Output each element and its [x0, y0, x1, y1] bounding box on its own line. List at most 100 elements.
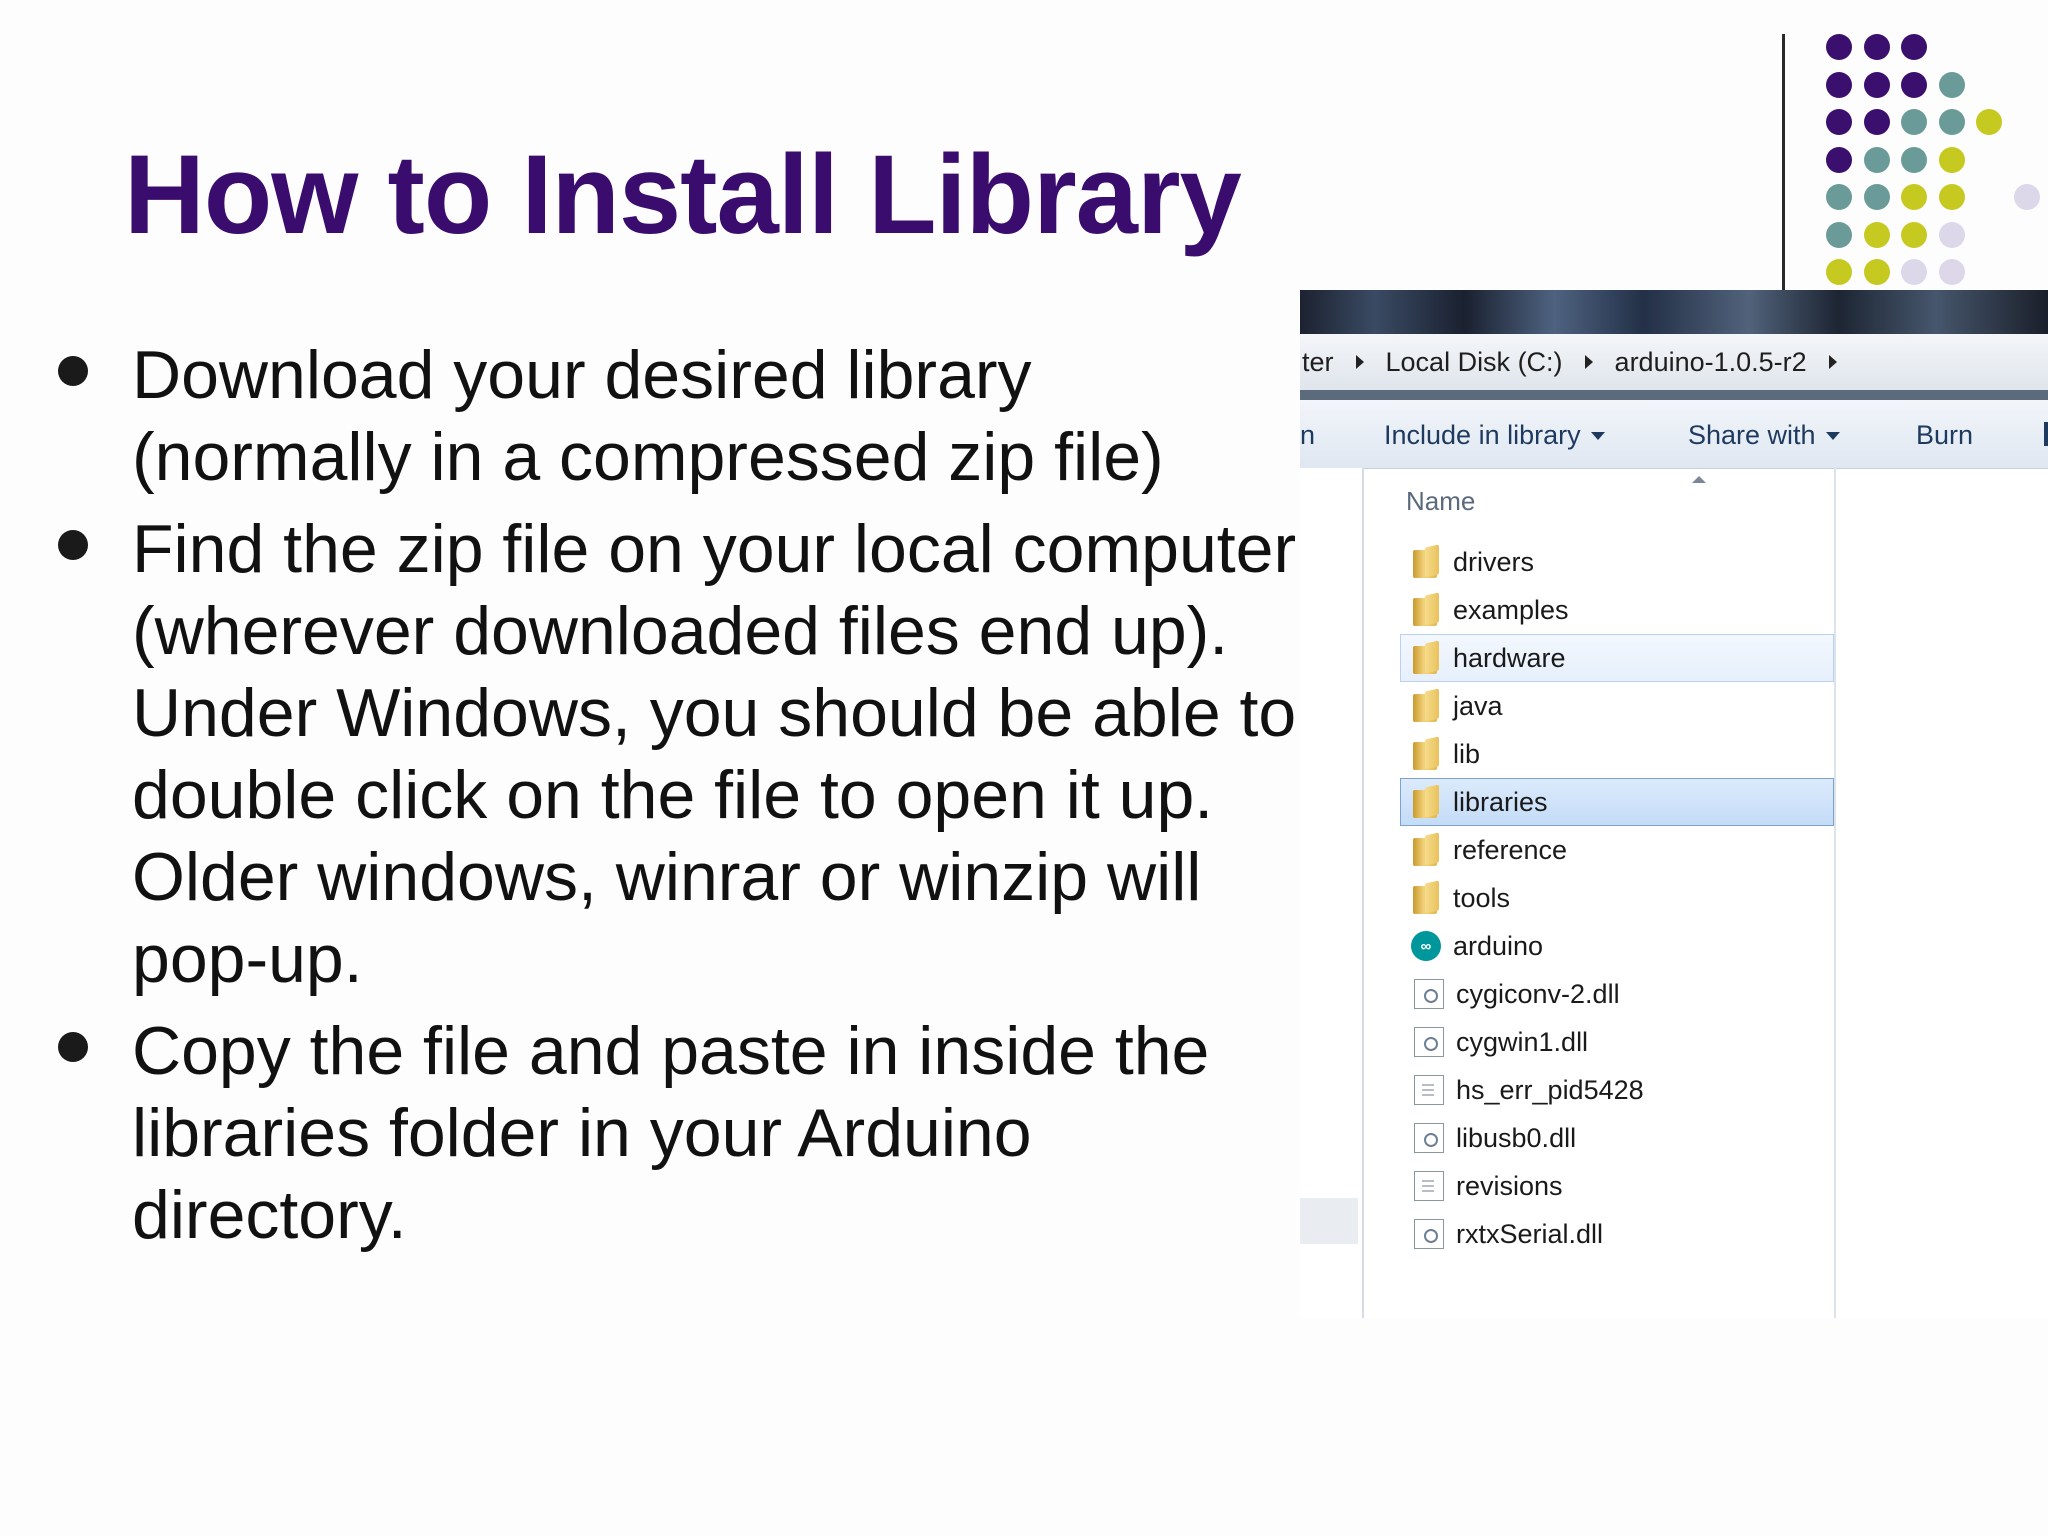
decorative-dot: [1901, 71, 1927, 98]
arduino-app-icon: ∞: [1411, 931, 1441, 961]
decorative-dot: [1901, 184, 1927, 210]
decorative-dot: [1901, 109, 1927, 135]
decorative-dot: [1863, 34, 1890, 60]
navigation-pane[interactable]: [1300, 468, 1364, 1318]
decorative-dot: [1826, 221, 1852, 248]
file-name-label: reference: [1453, 834, 1568, 865]
decorative-dot: [1863, 146, 1890, 173]
file-row-libraries[interactable]: libraries: [1400, 778, 1834, 826]
bullet-text: Download your desired library (normally …: [132, 337, 1164, 495]
dll-file-icon: [1414, 1027, 1444, 1057]
bullet-item: Download your desired library (normally …: [56, 334, 1306, 498]
bullet-marker-icon: [58, 1032, 88, 1062]
bullet-marker-icon: [58, 356, 88, 386]
file-row-revisions[interactable]: revisions: [1400, 1162, 1834, 1210]
breadcrumb-arrow-icon[interactable]: [1584, 355, 1593, 369]
share-with-label: Share with: [1688, 420, 1816, 450]
bullet-marker-icon: [58, 530, 88, 560]
decorative-dot: [1938, 109, 1965, 135]
file-row-java[interactable]: java: [1400, 682, 1834, 730]
decorative-dot: [1826, 34, 1852, 60]
file-row-hs-err-pid5428[interactable]: hs_err_pid5428: [1400, 1066, 1834, 1114]
folder-icon: [1411, 546, 1441, 578]
decorative-dot: [1863, 259, 1890, 285]
chevron-down-icon: [1590, 431, 1605, 440]
bullet-item: Copy the file and paste in inside the li…: [56, 1010, 1306, 1256]
file-name-label: revisions: [1456, 1170, 1563, 1201]
decorative-dot: [1938, 146, 1965, 173]
folder-icon: [1411, 594, 1441, 626]
file-name-label: arduino: [1453, 930, 1544, 961]
file-row-drivers[interactable]: drivers: [1400, 538, 1834, 586]
dll-file-icon: [1414, 979, 1444, 1009]
breadcrumb-segment[interactable]: Local Disk (C:): [1386, 347, 1563, 378]
folder-icon: [1411, 882, 1441, 914]
decorative-dot: [1938, 259, 1965, 285]
include-in-library-button[interactable]: Include in library: [1384, 420, 1605, 451]
decorative-dot: [1901, 34, 1927, 60]
decorative-dot: [1901, 221, 1927, 248]
file-row-examples[interactable]: examples: [1400, 586, 1834, 634]
file-name-label: cygwin1.dll: [1456, 1026, 1589, 1057]
window-titlebar: [1300, 290, 2048, 334]
command-toolbar: n Include in library Share with Burn: [1300, 400, 2048, 469]
folder-icon: [1411, 738, 1441, 770]
file-row-tools[interactable]: tools: [1400, 874, 1834, 922]
bullet-item: Find the zip file on your local computer…: [56, 508, 1306, 1000]
name-column-header[interactable]: Name: [1406, 486, 1475, 517]
file-name-label: tools: [1453, 882, 1511, 913]
file-name-label: hs_err_pid5428: [1456, 1074, 1644, 1105]
decorative-dot: [2013, 184, 2040, 210]
file-name-label: rxtxSerial.dll: [1456, 1218, 1604, 1249]
folder-icon: [1411, 690, 1441, 722]
file-row-rxtxserial-dll[interactable]: rxtxSerial.dll: [1400, 1210, 1834, 1258]
file-row-cygwin1-dll[interactable]: cygwin1.dll: [1400, 1018, 1834, 1066]
breadcrumb-arrow-icon[interactable]: [1828, 355, 1837, 369]
decorative-dot: [1826, 71, 1852, 98]
decorative-dot: [1826, 259, 1852, 285]
bullet-list: Download your desired library (normally …: [56, 334, 1306, 1266]
breadcrumb-segment[interactable]: ter: [1302, 347, 1334, 378]
decorative-dot: [1863, 109, 1890, 135]
decorative-dot: [1863, 71, 1890, 98]
breadcrumb-segment[interactable]: arduino-1.0.5-r2: [1615, 347, 1807, 378]
breadcrumb-arrow-icon[interactable]: [1355, 355, 1364, 369]
folder-icon: [1411, 834, 1441, 866]
dll-file-icon: [1414, 1219, 1444, 1249]
decorative-dot: [1901, 259, 1927, 285]
navigation-pane-scrollbar[interactable]: [1300, 1198, 1358, 1244]
file-name-label: libusb0.dll: [1456, 1122, 1577, 1153]
decorative-dot: [1826, 146, 1852, 173]
decorative-dot: [1938, 71, 1965, 98]
file-row-lib[interactable]: lib: [1400, 730, 1834, 778]
chevron-down-icon: [1825, 431, 1840, 440]
decorative-dot: [1863, 184, 1890, 210]
address-bar[interactable]: ter Local Disk (C:) arduino-1.0.5-r2: [1300, 334, 2048, 391]
column-divider[interactable]: [1834, 468, 1836, 1318]
bullet-text: Copy the file and paste in inside the li…: [132, 1013, 1210, 1253]
folder-icon: [1411, 786, 1441, 818]
file-row-libusb0-dll[interactable]: libusb0.dll: [1400, 1114, 1834, 1162]
file-list: drivers examples hardware java lib libraries r…: [1400, 538, 1834, 1258]
toolbar-partial-label: n: [1300, 420, 1316, 450]
file-name-label: libraries: [1453, 786, 1548, 817]
sort-ascending-icon: [1692, 476, 1706, 483]
decorative-dot: [1826, 184, 1852, 210]
decorative-dot: [1938, 184, 1965, 210]
file-name-label: lib: [1453, 738, 1481, 769]
file-row-arduino[interactable]: ∞ arduino: [1400, 922, 1834, 970]
text-file-icon: [1414, 1171, 1444, 1201]
decorative-dot: [1826, 109, 1852, 135]
file-row-reference[interactable]: reference: [1400, 826, 1834, 874]
file-name-label: cygiconv-2.dll: [1456, 978, 1620, 1009]
file-explorer-screenshot: ter Local Disk (C:) arduino-1.0.5-r2 n I…: [1300, 290, 2048, 1318]
toolbar-edge: [2044, 422, 2048, 446]
burn-button[interactable]: Burn: [1916, 420, 1973, 451]
toolbar-partial-button[interactable]: n: [1300, 420, 1315, 451]
file-row-cygiconv-2-dll[interactable]: cygiconv-2.dll: [1400, 970, 1834, 1018]
toolbar-separator: [1300, 390, 2048, 400]
share-with-button[interactable]: Share with: [1688, 420, 1840, 451]
file-row-hardware[interactable]: hardware: [1400, 634, 1834, 682]
file-name-label: examples: [1453, 594, 1569, 625]
folder-icon: [1411, 642, 1441, 674]
